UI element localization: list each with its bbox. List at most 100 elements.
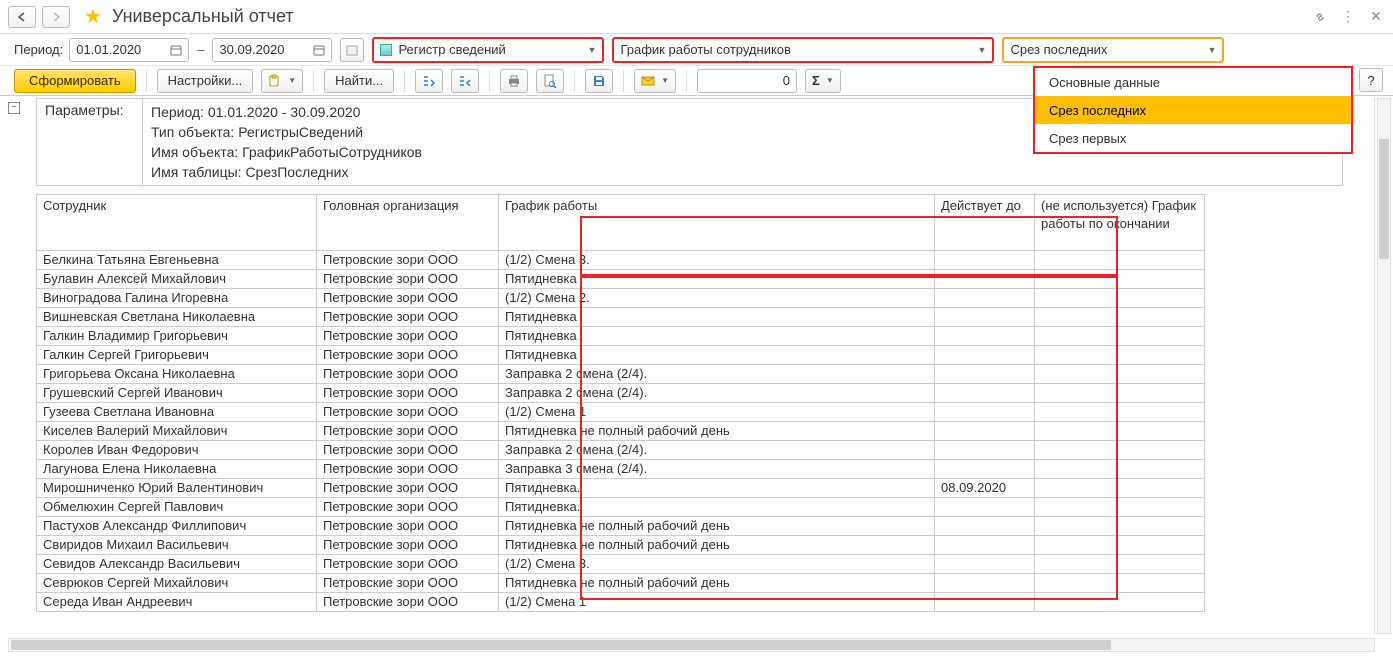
col-header-schedule-end[interactable]: (не используется) График работы по оконч… — [1035, 195, 1205, 251]
titlebar: ★ Универсальный отчет ⋮ ✕ — [0, 0, 1393, 34]
cell-end — [1035, 308, 1205, 327]
cell-till — [935, 251, 1035, 270]
cell-end — [1035, 251, 1205, 270]
cell-end — [1035, 441, 1205, 460]
print-button[interactable] — [500, 69, 528, 93]
cell-till: 08.09.2020 — [935, 479, 1035, 498]
nav-back-button[interactable] — [8, 6, 36, 28]
table-row[interactable]: Севрюков Сергей МихайловичПетровские зор… — [37, 574, 1205, 593]
preview-button[interactable] — [536, 69, 564, 93]
col-header-org[interactable]: Головная организация — [317, 195, 499, 251]
find-button[interactable]: Найти... — [324, 69, 394, 93]
calendar-icon[interactable] — [168, 42, 184, 58]
combo-register-type[interactable]: Регистр сведений ▼ — [372, 37, 604, 63]
sum-functions-button[interactable]: Σ ▼ — [805, 69, 841, 93]
table-row[interactable]: Королев Иван ФедоровичПетровские зори ОО… — [37, 441, 1205, 460]
cell-sch: Заправка 2 смена (2/4). — [499, 365, 935, 384]
col-header-valid-till[interactable]: Действует до — [935, 195, 1035, 251]
outline-collapse-node[interactable]: − — [8, 102, 20, 114]
date-dash: – — [197, 42, 204, 57]
cell-end — [1035, 593, 1205, 612]
cell-sch: Пятидневка не полный рабочий день — [499, 536, 935, 555]
table-row[interactable]: Галкин Владимир ГригорьевичПетровские зо… — [37, 327, 1205, 346]
table-row[interactable]: Мирошниченко Юрий ВалентиновичПетровские… — [37, 479, 1205, 498]
cell-till — [935, 365, 1035, 384]
save-button[interactable] — [585, 69, 613, 93]
chevron-down-icon[interactable]: ▼ — [976, 45, 989, 55]
table-row[interactable]: Вишневская Светлана НиколаевнаПетровские… — [37, 308, 1205, 327]
cell-sch: Пятидневка не полный рабочий день — [499, 517, 935, 536]
nav-forward-button[interactable] — [42, 6, 70, 28]
scrollbar-thumb[interactable] — [1379, 139, 1389, 259]
cell-org: Петровские зори ООО — [317, 498, 499, 517]
scrollbar-thumb[interactable] — [11, 640, 1111, 650]
cell-till — [935, 384, 1035, 403]
horizontal-scrollbar[interactable] — [8, 638, 1375, 652]
table-row[interactable]: Булавин Алексей МихайловичПетровские зор… — [37, 270, 1205, 289]
cell-emp: Пастухов Александр Филлипович — [37, 517, 317, 536]
separator — [313, 70, 314, 92]
table-row[interactable]: Свиридов Михаил ВасильевичПетровские зор… — [37, 536, 1205, 555]
cell-till — [935, 308, 1035, 327]
cell-sch: Пятидневка не полный рабочий день — [499, 422, 935, 441]
table-row[interactable]: Севидов Александр ВасильевичПетровские з… — [37, 555, 1205, 574]
col-header-employee[interactable]: Сотрудник — [37, 195, 317, 251]
period-picker-button[interactable] — [340, 38, 364, 62]
cell-org: Петровские зори ООО — [317, 574, 499, 593]
table-row[interactable]: Лагунова Елена НиколаевнаПетровские зори… — [37, 460, 1205, 479]
table-row[interactable]: Виноградова Галина ИгоревнаПетровские зо… — [37, 289, 1205, 308]
col-header-schedule[interactable]: График работы — [499, 195, 935, 251]
cell-emp: Грушевский Сергей Иванович — [37, 384, 317, 403]
cell-till — [935, 403, 1035, 422]
table-row[interactable]: Обмелюхин Сергей ПавловичПетровские зори… — [37, 498, 1205, 517]
cell-org: Петровские зори ООО — [317, 289, 499, 308]
cell-emp: Киселев Валерий Михайлович — [37, 422, 317, 441]
vertical-scrollbar[interactable] — [1377, 98, 1391, 634]
table-row[interactable]: Григорьева Оксана НиколаевнаПетровские з… — [37, 365, 1205, 384]
date-to-field[interactable]: 30.09.2020 — [212, 38, 332, 62]
chevron-down-icon[interactable]: ▼ — [586, 45, 599, 55]
cell-till — [935, 270, 1035, 289]
calendar-icon[interactable] — [311, 42, 327, 58]
generate-button[interactable]: Сформировать — [14, 69, 136, 93]
cell-end — [1035, 574, 1205, 593]
kebab-icon[interactable]: ⋮ — [1339, 8, 1357, 26]
combo-table-name[interactable]: Срез последних ▼ — [1002, 37, 1224, 63]
chevron-down-icon[interactable]: ▼ — [1206, 45, 1219, 55]
combo-object-name[interactable]: График работы сотрудников ▼ — [612, 37, 994, 63]
table-row[interactable]: Гузеева Светлана ИвановнаПетровские зори… — [37, 403, 1205, 422]
collapse-button[interactable] — [451, 69, 479, 93]
send-email-button[interactable]: ▼ — [634, 69, 676, 93]
sum-field[interactable]: 0 — [697, 69, 797, 93]
close-icon[interactable]: ✕ — [1367, 8, 1385, 26]
cell-till — [935, 593, 1035, 612]
link-icon[interactable] — [1311, 8, 1329, 26]
cell-sch: (1/2) Смена 1 — [499, 403, 935, 422]
cell-sch: Пятидневка — [499, 346, 935, 365]
cell-org: Петровские зори ООО — [317, 441, 499, 460]
dropdown-option-main-data[interactable]: Основные данные — [1035, 68, 1351, 96]
table-row[interactable]: Киселев Валерий МихайловичПетровские зор… — [37, 422, 1205, 441]
cell-end — [1035, 536, 1205, 555]
star-icon[interactable]: ★ — [84, 4, 102, 29]
table-row[interactable]: Галкин Сергей ГригорьевичПетровские зори… — [37, 346, 1205, 365]
cell-org: Петровские зори ООО — [317, 536, 499, 555]
cell-sch: (1/2) Смена 2. — [499, 289, 935, 308]
table-row[interactable]: Середа Иван АндреевичПетровские зори ООО… — [37, 593, 1205, 612]
variants-button[interactable]: ▼ — [261, 69, 303, 93]
table-row[interactable]: Грушевский Сергей ИвановичПетровские зор… — [37, 384, 1205, 403]
cell-till — [935, 346, 1035, 365]
date-from-field[interactable]: 01.01.2020 — [69, 38, 189, 62]
help-button[interactable]: ? — [1359, 68, 1383, 92]
report-body: − Параметры: Период: 01.01.2020 - 30.09.… — [0, 96, 1393, 654]
expand-button[interactable] — [415, 69, 443, 93]
settings-button[interactable]: Настройки... — [157, 69, 254, 93]
table-row[interactable]: Белкина Татьяна ЕвгеньевнаПетровские зор… — [37, 251, 1205, 270]
separator — [146, 70, 147, 92]
table-row[interactable]: Пастухов Александр ФиллиповичПетровские … — [37, 517, 1205, 536]
cell-sch: (1/2) Смена 1 — [499, 593, 935, 612]
collapse-tree-icon — [458, 74, 472, 88]
cell-sch: (1/2) Смена 3. — [499, 251, 935, 270]
dropdown-option-slice-first[interactable]: Срез первых — [1035, 124, 1351, 152]
dropdown-option-slice-last[interactable]: Срез последних — [1035, 96, 1351, 124]
